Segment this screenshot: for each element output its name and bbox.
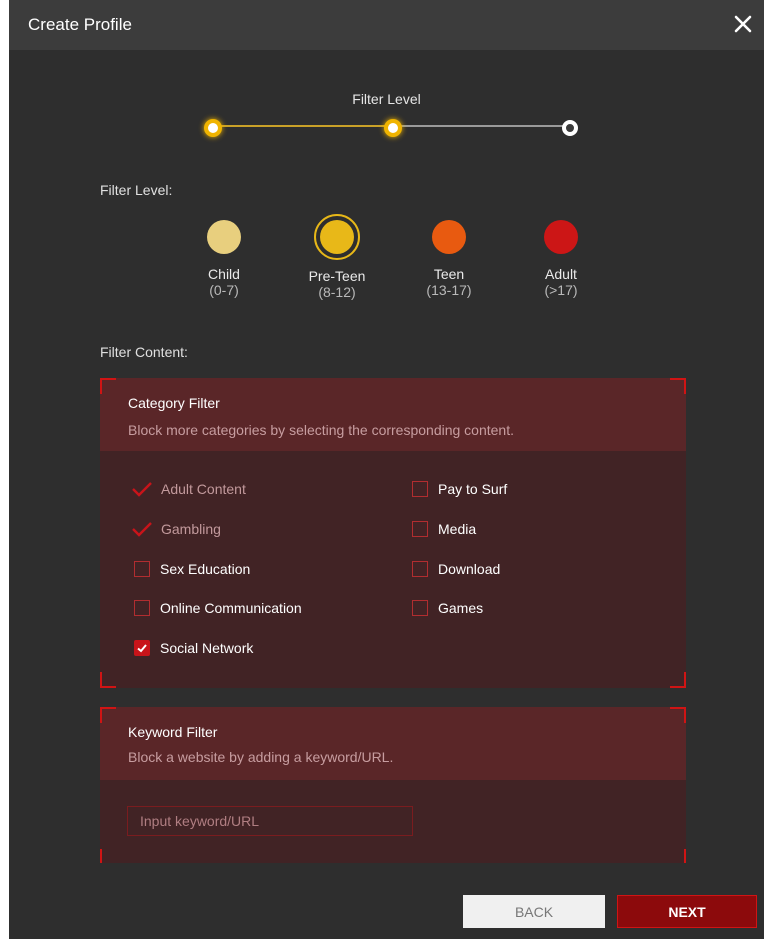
category-label: Online Communication xyxy=(160,600,302,616)
level-range: (0-7) xyxy=(209,282,239,298)
category-filter-header xyxy=(100,378,686,451)
panel-corner xyxy=(100,707,116,723)
category-filter-title: Category Filter xyxy=(128,395,220,411)
level-range: (>17) xyxy=(544,282,578,298)
dialog-title: Create Profile xyxy=(28,15,132,34)
check-icon xyxy=(132,482,152,497)
checkbox[interactable] xyxy=(412,481,428,497)
filter-content-label: Filter Content: xyxy=(100,344,188,360)
filter-level-adult[interactable]: Adult (>17) xyxy=(506,220,616,298)
category-label: Gambling xyxy=(161,521,221,537)
category-gambling[interactable]: Gambling xyxy=(131,521,221,537)
category-social-network[interactable]: Social Network xyxy=(134,640,253,656)
check-icon xyxy=(132,522,152,537)
back-button[interactable]: BACK xyxy=(463,895,605,928)
selected-ring xyxy=(314,214,360,260)
panel-corner xyxy=(670,672,686,688)
category-adult-content[interactable]: Adult Content xyxy=(131,481,246,497)
category-pay-to-surf[interactable]: Pay to Surf xyxy=(412,481,507,497)
category-online-communication[interactable]: Online Communication xyxy=(134,600,302,616)
stepper-step-2 xyxy=(384,119,402,137)
next-button[interactable]: NEXT xyxy=(617,895,757,928)
category-games[interactable]: Games xyxy=(412,600,483,616)
checkbox-checked[interactable] xyxy=(134,640,150,656)
checkbox[interactable] xyxy=(134,561,150,577)
panel-corner xyxy=(670,378,686,394)
check-icon xyxy=(137,644,147,653)
category-label: Adult Content xyxy=(161,481,246,497)
panel-corner xyxy=(670,849,686,863)
category-label: Media xyxy=(438,521,477,537)
panel-corner xyxy=(670,707,686,723)
checkbox[interactable] xyxy=(412,600,428,616)
pre-teen-level-circle xyxy=(320,220,354,254)
keyword-filter-header xyxy=(100,707,686,780)
panel-corner xyxy=(100,672,116,688)
create-profile-dialog: Create Profile Filter Level Filter Level… xyxy=(9,0,764,939)
category-filter-description: Block more categories by selecting the c… xyxy=(128,422,514,438)
keyword-filter-title: Keyword Filter xyxy=(128,724,218,740)
stepper-progress-line xyxy=(213,125,393,127)
level-range: (13-17) xyxy=(426,282,472,298)
checkbox[interactable] xyxy=(412,561,428,577)
stepper-remaining-line xyxy=(393,125,573,127)
category-filter-panel: Category Filter Block more categories by… xyxy=(100,378,686,688)
checkbox[interactable] xyxy=(412,521,428,537)
stepper-step-1 xyxy=(204,119,222,137)
level-name: Pre-Teen xyxy=(308,268,366,284)
checkbox[interactable] xyxy=(134,600,150,616)
child-level-circle xyxy=(207,220,241,254)
dialog-titlebar: Create Profile xyxy=(9,0,764,50)
level-name: Child xyxy=(208,266,240,282)
level-name: Adult xyxy=(545,266,577,282)
category-label: Sex Education xyxy=(160,561,251,577)
panel-corner xyxy=(100,849,116,863)
stepper-step-3 xyxy=(562,120,578,136)
keyword-filter-description: Block a website by adding a keyword/URL. xyxy=(128,749,394,765)
category-media[interactable]: Media xyxy=(412,521,476,537)
panel-corner xyxy=(100,378,116,394)
filter-level-label: Filter Level: xyxy=(100,182,173,198)
category-sex-education[interactable]: Sex Education xyxy=(134,561,250,577)
category-download[interactable]: Download xyxy=(412,561,500,577)
category-label: Games xyxy=(438,600,484,616)
keyword-url-input[interactable] xyxy=(127,806,413,836)
filter-level-pre-teen[interactable]: Pre-Teen (8-12) xyxy=(282,214,392,300)
stepper-title: Filter Level xyxy=(352,91,421,107)
filter-level-child[interactable]: Child (0-7) xyxy=(169,220,279,298)
level-range: (8-12) xyxy=(318,284,356,300)
category-label: Download xyxy=(438,561,501,577)
level-name: Teen xyxy=(433,266,465,282)
category-label: Pay to Surf xyxy=(438,481,508,497)
adult-level-circle xyxy=(544,220,578,254)
category-label: Social Network xyxy=(160,640,254,656)
filter-level-teen[interactable]: Teen (13-17) xyxy=(394,220,504,298)
teen-level-circle xyxy=(432,220,466,254)
close-icon[interactable] xyxy=(731,12,755,36)
keyword-filter-panel: Keyword Filter Block a website by adding… xyxy=(100,707,686,863)
